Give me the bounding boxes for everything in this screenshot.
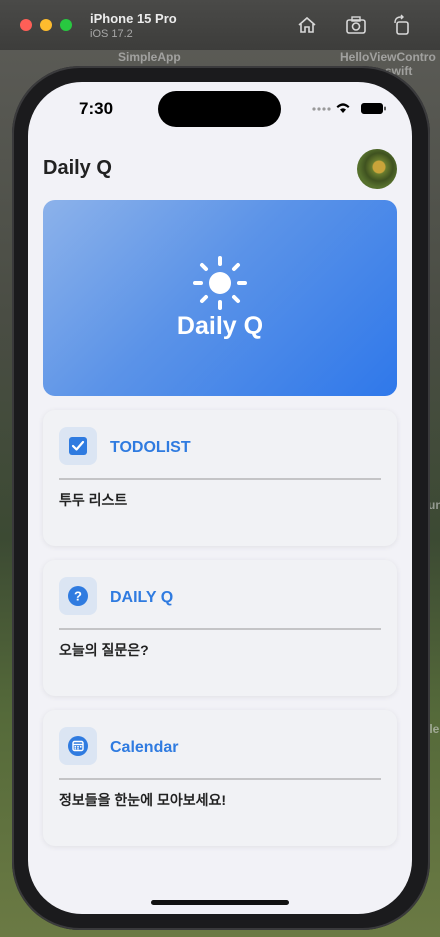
zoom-window-button[interactable] xyxy=(60,19,72,31)
card-divider xyxy=(59,478,381,480)
hero-title: Daily Q xyxy=(176,312,264,340)
status-time: 7:30 xyxy=(79,99,114,118)
card-subtitle: 투두 리스트 xyxy=(59,492,128,508)
home-icon[interactable] xyxy=(296,14,318,36)
background-label: HelloViewContro xyxy=(340,50,436,64)
home-indicator[interactable] xyxy=(151,900,289,905)
checkbox-icon xyxy=(69,437,87,455)
card-title: Calendar xyxy=(110,739,179,756)
background-label: SimpleApp xyxy=(118,50,181,64)
sun-icon xyxy=(193,256,247,310)
phone-screen: 7:30 Daily Q Daily Q TODOLIST 투두 리스트 ? D… xyxy=(28,82,412,914)
card-title: TODOLIST xyxy=(110,439,191,456)
os-version: iOS 17.2 xyxy=(90,28,133,40)
signal-icon xyxy=(312,107,331,111)
card-title: DAILY Q xyxy=(110,589,174,606)
close-window-button[interactable] xyxy=(20,19,32,31)
profile-avatar[interactable] xyxy=(357,149,397,189)
calendar-icon xyxy=(68,736,88,756)
card-subtitle: 정보들을 한눈에 모아보세요! xyxy=(59,792,227,808)
simulator-titlebar: iPhone 15 Pro iOS 17.2 xyxy=(0,0,440,51)
hero-banner: Daily Q xyxy=(43,200,397,396)
dynamic-island xyxy=(158,91,281,127)
rotate-icon[interactable] xyxy=(391,14,413,36)
daily-q-card[interactable]: ? DAILY Q 오늘의 질문은? xyxy=(43,560,397,696)
status-icons xyxy=(312,103,386,114)
card-icon-box xyxy=(59,727,97,765)
card-icon-box xyxy=(59,427,97,465)
card-divider xyxy=(59,628,381,630)
device-name: iPhone 15 Pro xyxy=(90,11,177,26)
screenshot-icon[interactable] xyxy=(345,14,367,36)
card-subtitle: 오늘의 질문은? xyxy=(59,642,149,658)
battery-icon xyxy=(361,103,386,114)
nav-title: Daily Q xyxy=(43,157,112,179)
minimize-window-button[interactable] xyxy=(40,19,52,31)
calendar-card[interactable]: Calendar 정보들을 한눈에 모아보세요! xyxy=(43,710,397,846)
svg-text:?: ? xyxy=(74,589,82,604)
wifi-icon xyxy=(336,103,350,113)
card-divider xyxy=(59,778,381,780)
question-circle-icon: ? xyxy=(68,586,88,606)
todolist-card[interactable]: TODOLIST 투두 리스트 xyxy=(43,410,397,546)
card-icon-box: ? xyxy=(59,577,97,615)
